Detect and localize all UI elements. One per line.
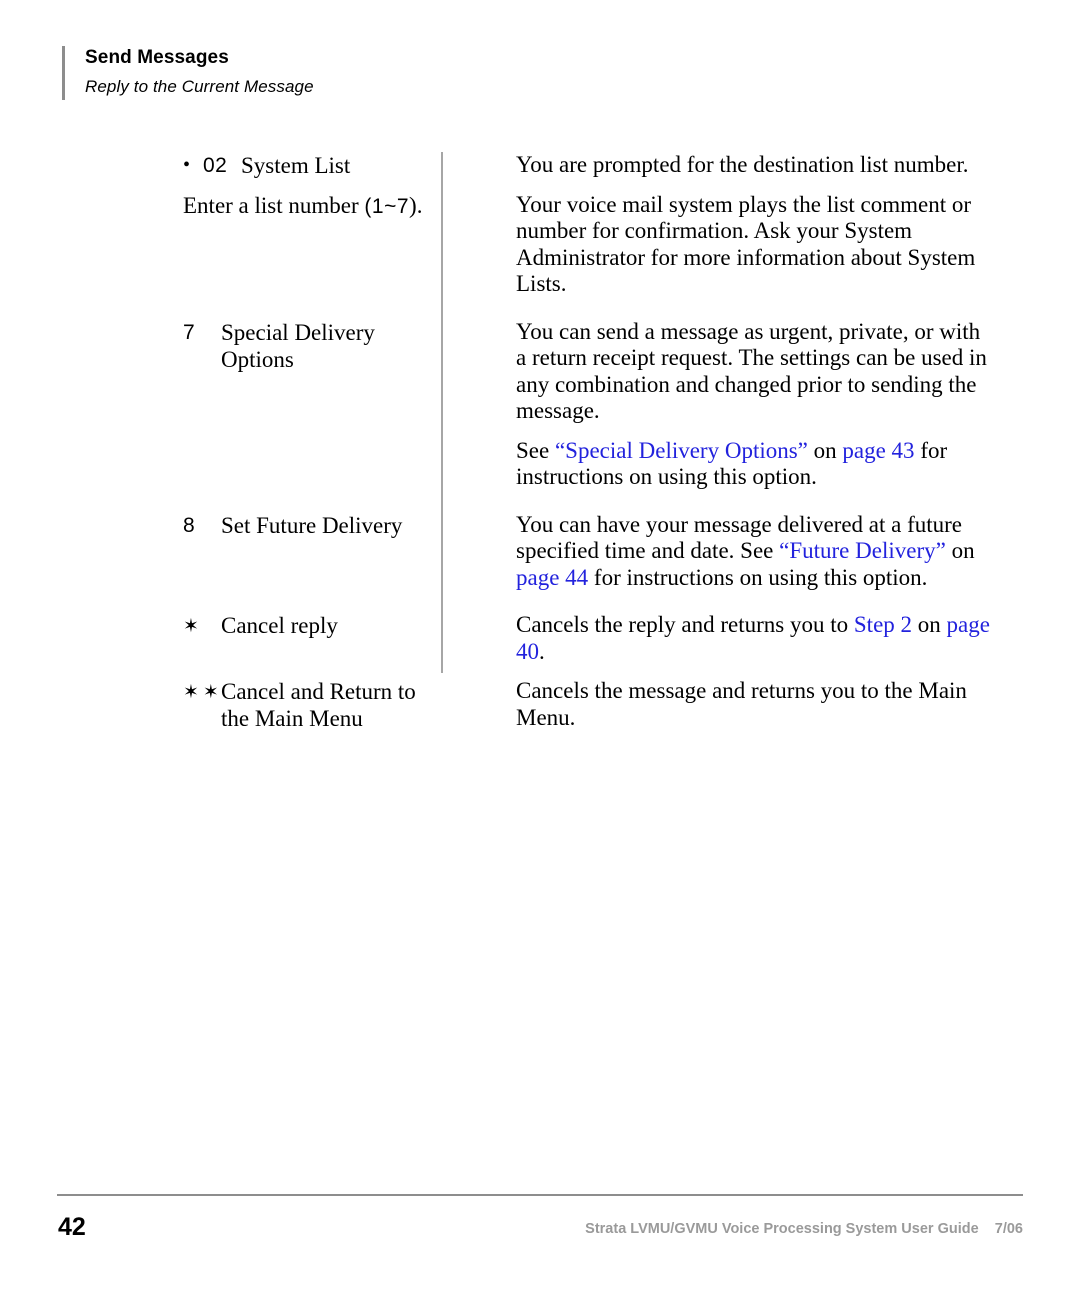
- link-future-delivery[interactable]: “Future Delivery”: [779, 538, 946, 563]
- key-code: 8: [183, 513, 196, 537]
- key-label: Cancel and Return to the Main Menu: [221, 679, 416, 731]
- table-cell-key: ✶✶ Cancel and Return to the Main Menu: [183, 678, 440, 732]
- see-prefix: See: [516, 437, 555, 463]
- page-title: Send Messages: [85, 47, 229, 68]
- key-subline-prefix: Enter a list number: [183, 193, 365, 218]
- description-paragraph: You can send a message as urgent, privat…: [516, 318, 987, 424]
- on-connector: on: [912, 612, 947, 637]
- footer-note: Strata LVMU/GVMU Voice Processing System…: [585, 1221, 1023, 1237]
- key-subline-range: (1~7: [364, 195, 410, 218]
- description-suffix: .: [539, 638, 545, 664]
- page-subtitle: Reply to the Current Message: [85, 77, 314, 96]
- table-cell-description: Cancels the reply and returns you to Ste…: [440, 612, 990, 665]
- key-row: 8 Set Future Delivery: [183, 512, 426, 539]
- table-row: 7 Special Delivery Options You can send …: [183, 319, 990, 491]
- key-label: Special Delivery Options: [221, 319, 375, 372]
- key-label: System List: [241, 153, 351, 178]
- description-paragraph-with-links: You can have your message delivered at a…: [516, 512, 990, 592]
- key-row: • 02 System List: [183, 152, 426, 179]
- table-cell-key: 8 Set Future Delivery: [183, 512, 440, 539]
- link-page-43[interactable]: page 43: [842, 438, 914, 463]
- key-subline: Enter a list number (1~7).: [183, 192, 426, 220]
- key-row: ✶ Cancel reply: [183, 612, 426, 642]
- row-spacer: [183, 591, 990, 612]
- table-cell-key: ✶ Cancel reply: [183, 612, 440, 642]
- link-special-delivery-options[interactable]: “Special Delivery Options”: [555, 438, 808, 463]
- key-row: 7 Special Delivery Options: [183, 319, 426, 373]
- footer-rule: [57, 1194, 1023, 1196]
- table-row: • 02 System List Enter a list number (1~…: [183, 152, 990, 298]
- table-row: 8 Set Future Delivery You can have your …: [183, 512, 990, 592]
- page-number: 42: [58, 1213, 86, 1241]
- table-cell-description: Cancels the message and returns you to t…: [440, 678, 990, 731]
- star-key-icon: ✶: [183, 616, 199, 637]
- row-spacer: [183, 491, 990, 512]
- link-step-2[interactable]: Step 2: [854, 612, 912, 637]
- description-suffix: for instructions on using this option.: [588, 564, 928, 590]
- key-row: ✶✶ Cancel and Return to the Main Menu: [183, 678, 426, 732]
- table-cell-key: 7 Special Delivery Options: [183, 319, 440, 373]
- description-paragraph-with-links: See “Special Delivery Options” on page 4…: [516, 438, 990, 491]
- row-spacer: [183, 665, 990, 678]
- description-prefix: Cancels the reply and returns you to: [516, 612, 854, 637]
- on-connector: on: [945, 538, 975, 563]
- page-header: Send Messages Reply to the Current Messa…: [62, 46, 702, 100]
- table-row: ✶ Cancel reply Cancels the reply and ret…: [183, 612, 990, 665]
- key-label: Set Future Delivery: [221, 512, 403, 538]
- table-row: ✶✶ Cancel and Return to the Main Menu Ca…: [183, 678, 990, 732]
- table-cell-description: You are prompted for the destination lis…: [440, 152, 990, 298]
- link-page-44[interactable]: page 44: [516, 565, 588, 590]
- description-paragraph-with-links: Cancels the reply and returns you to Ste…: [516, 612, 990, 665]
- description-paragraph: Cancels the message and returns you to t…: [516, 678, 967, 730]
- double-star-key-icon: ✶✶: [183, 682, 223, 703]
- description-paragraph: Your voice mail system plays the list co…: [516, 191, 976, 297]
- key-subline-suffix: ).: [409, 193, 423, 218]
- key-code: 7: [183, 320, 196, 344]
- table-cell-description: You can have your message delivered at a…: [440, 512, 990, 592]
- instruction-table: • 02 System List Enter a list number (1~…: [183, 152, 990, 732]
- key-code: 02: [203, 154, 228, 177]
- table-cell-description: You can send a message as urgent, privat…: [440, 319, 990, 491]
- description-paragraph: You are prompted for the destination lis…: [516, 152, 969, 177]
- bullet-icon: •: [183, 154, 191, 176]
- on-connector: on: [807, 437, 843, 463]
- table-cell-key: • 02 System List Enter a list number (1~…: [183, 152, 440, 220]
- row-spacer: [183, 298, 990, 319]
- key-label: Cancel reply: [221, 613, 338, 638]
